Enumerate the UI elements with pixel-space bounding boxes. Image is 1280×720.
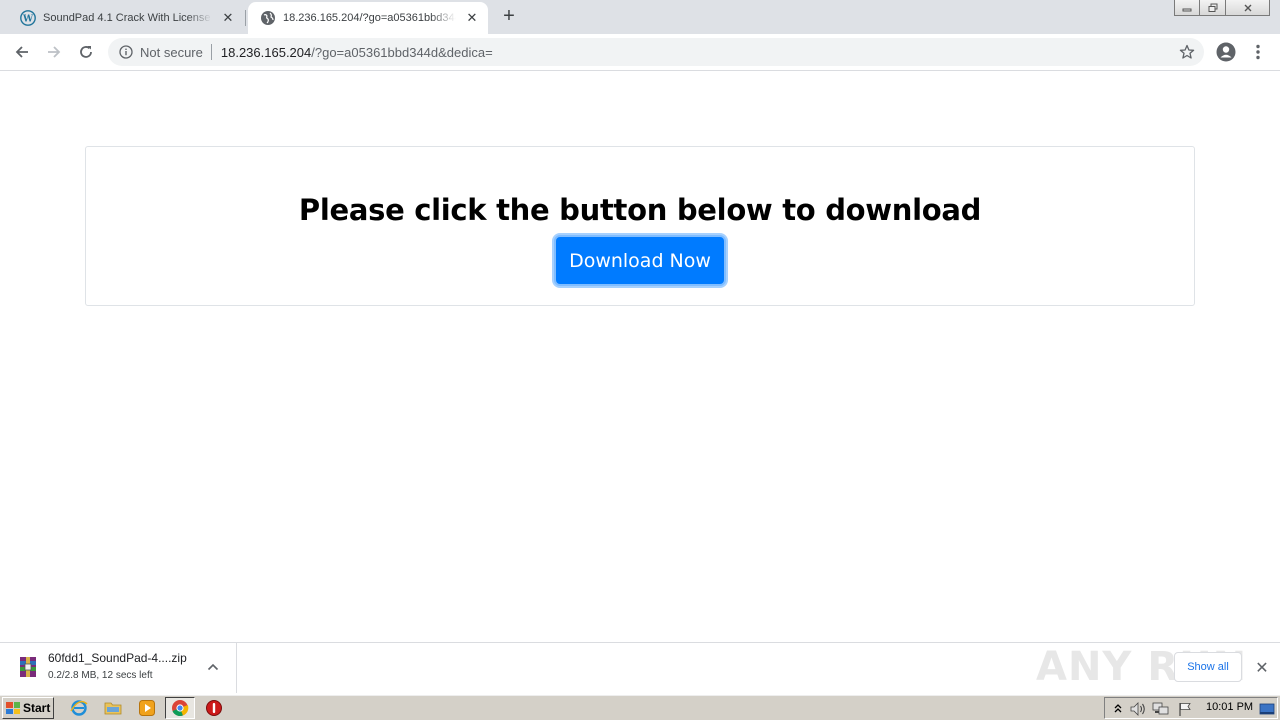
- page-heading: Please click the button below to downloa…: [298, 193, 982, 227]
- tab-separator: [245, 10, 246, 26]
- show-all-button[interactable]: Show all: [1174, 652, 1242, 682]
- tray-expand-icon[interactable]: [1108, 699, 1128, 719]
- close-window-button[interactable]: [1226, 0, 1270, 16]
- reload-button[interactable]: [74, 40, 98, 64]
- windows-taskbar: Start 10:01 PM: [0, 694, 1280, 720]
- forward-button[interactable]: [42, 40, 66, 64]
- tab-close-icon[interactable]: ✕: [464, 10, 480, 26]
- address-bar[interactable]: Not secure 18.236.165.204/?go=a05361bbd3…: [108, 38, 1204, 66]
- arrow-left-icon: [15, 46, 28, 58]
- tab-strip: W SoundPad 4.1 Crack With License Key ✕ …: [0, 0, 1280, 34]
- start-button[interactable]: Start: [2, 697, 54, 719]
- action-center-flag-icon[interactable]: [1175, 699, 1195, 719]
- globe-icon: [260, 10, 276, 26]
- download-item[interactable]: 60fdd1_SoundPad-4....zip 0.2/2.8 MB, 12 …: [0, 643, 237, 693]
- tab-soundpad[interactable]: W SoundPad 4.1 Crack With License Key ✕: [8, 2, 244, 34]
- svg-text:W: W: [22, 15, 34, 25]
- bookmark-star-icon[interactable]: [1178, 43, 1196, 61]
- close-shelf-icon[interactable]: ✕: [1253, 659, 1271, 677]
- chrome-icon[interactable]: [165, 697, 195, 719]
- speaker-icon[interactable]: [1128, 699, 1148, 719]
- profile-avatar-icon[interactable]: [1215, 41, 1237, 63]
- media-player-icon[interactable]: [137, 698, 157, 718]
- new-tab-button[interactable]: +: [499, 6, 519, 27]
- chevron-up-icon[interactable]: [205, 659, 221, 675]
- download-status: 0.2/2.8 MB, 12 secs left: [48, 670, 153, 681]
- ie-icon[interactable]: [69, 698, 89, 718]
- address-bar-separator: [210, 44, 212, 60]
- download-shelf: 60fdd1_SoundPad-4....zip 0.2/2.8 MB, 12 …: [0, 642, 1280, 693]
- start-label: Start: [23, 701, 51, 715]
- url-host: 18.236.165.204: [220, 44, 312, 60]
- download-now-button[interactable]: Download Now: [554, 235, 726, 286]
- tab-title: 18.236.165.204/?go=a05361bbd344d&dedica=: [283, 12, 456, 24]
- info-icon[interactable]: [118, 44, 134, 60]
- tab-active-download[interactable]: 18.236.165.204/?go=a05361bbd344d&dedica=…: [248, 2, 488, 34]
- back-button[interactable]: [10, 40, 34, 64]
- network-icon[interactable]: [1151, 699, 1171, 719]
- arrow-right-icon: [48, 46, 61, 58]
- wordpress-icon: W: [20, 10, 36, 26]
- minimize-button[interactable]: [1174, 0, 1200, 16]
- tab-title: SoundPad 4.1 Crack With License Key: [43, 12, 212, 24]
- windows-logo-icon: [6, 702, 20, 714]
- tab-close-icon[interactable]: ✕: [220, 10, 236, 26]
- url-path: /?go=a05361bbd344d&dedica=: [311, 44, 493, 60]
- kebab-menu-icon[interactable]: [1250, 41, 1266, 63]
- show-desktop-icon[interactable]: [1257, 699, 1277, 719]
- download-filename: 60fdd1_SoundPad-4....zip: [48, 651, 187, 665]
- zip-archive-icon: [17, 655, 39, 679]
- taskbar-clock: 10:01 PM: [1206, 701, 1254, 713]
- page-content: Please click the button below to downloa…: [0, 72, 1280, 642]
- explorer-folder-icon[interactable]: [103, 698, 123, 718]
- restore-button[interactable]: [1200, 0, 1226, 16]
- security-label: Not secure: [140, 44, 203, 60]
- stop-icon[interactable]: [204, 698, 224, 718]
- window-controls: [1174, 0, 1270, 16]
- reload-icon: [80, 46, 92, 58]
- browser-toolbar: Not secure 18.236.165.204/?go=a05361bbd3…: [0, 34, 1280, 71]
